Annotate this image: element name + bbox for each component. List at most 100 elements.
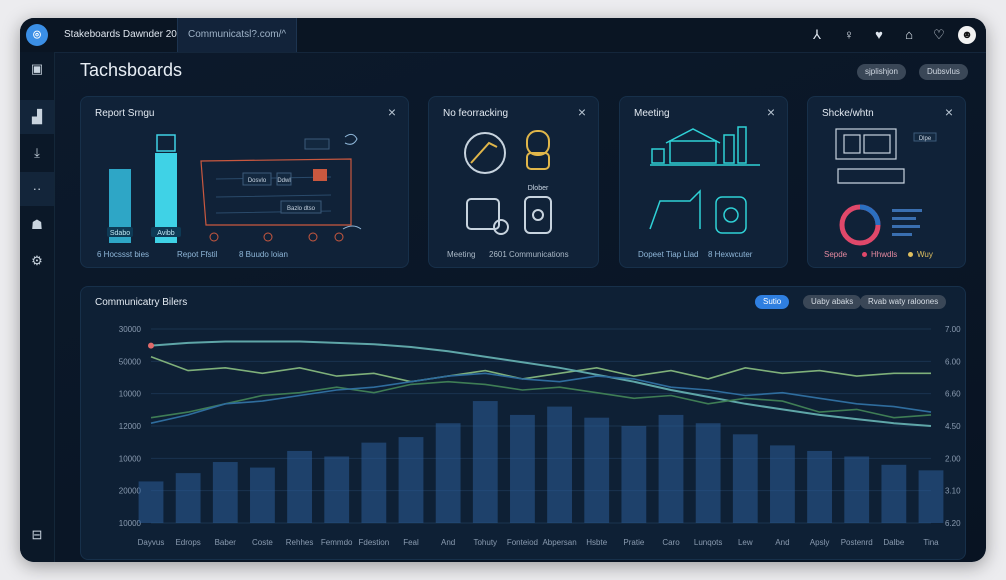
- footer-legend-1: Sepde: [824, 250, 847, 259]
- bar-mark: [547, 406, 572, 523]
- footer-text-3: 8 Buudo loian: [239, 250, 288, 259]
- bar-mark: [212, 462, 238, 523]
- bar-mark: [175, 473, 201, 523]
- chat-icon[interactable]: ♡: [930, 26, 948, 44]
- x-tick-label: Lew: [738, 538, 753, 547]
- x-tick-label: Fdestion: [359, 538, 390, 547]
- bar-mark: [807, 450, 832, 523]
- x-tick-label: Hsbte: [586, 538, 607, 547]
- y-left-tick-label: 12000: [119, 422, 142, 431]
- footer-text-1: Dopeet Tiap Llad: [638, 250, 699, 259]
- x-tick-label: Feal: [403, 538, 419, 547]
- tab-url[interactable]: Communicatsl?.com/^: [177, 18, 297, 52]
- sketch-illustration: Dlpe: [835, 128, 937, 246]
- y-left-tick-label: 30000: [119, 325, 142, 334]
- y-right-tick-label: 6.60: [945, 390, 961, 399]
- series-line: [150, 355, 931, 383]
- document-icon[interactable]: ⊟: [20, 518, 54, 552]
- header-button-2[interactable]: Dubsvlus: [919, 64, 968, 80]
- basket-icon[interactable]: ⌂: [900, 26, 918, 44]
- x-tick-label: Tina: [923, 538, 939, 547]
- app-logo-icon[interactable]: ⌾: [26, 24, 48, 46]
- bar-mark: [435, 423, 461, 523]
- footer-legend-3: Wuy: [908, 250, 933, 259]
- x-tick-label: Fonteiod: [507, 538, 538, 547]
- bar-label-2: Avibb: [157, 230, 174, 237]
- settings-icon[interactable]: ⚙: [20, 244, 54, 278]
- y-left-tick-label: 10000: [119, 519, 142, 528]
- briefcase-icon[interactable]: ▣: [20, 52, 54, 86]
- sidebar: ▣ ▟ ⤓ ·· ☗ ⚙ ⊟: [20, 52, 55, 562]
- illustration-label: Dlober: [528, 185, 549, 192]
- y-right-tick-label: 2.00: [945, 454, 961, 463]
- y-left-tick-label: 10000: [119, 390, 142, 399]
- bar-mark: [918, 470, 944, 523]
- x-tick-label: And: [775, 538, 789, 547]
- bar-label-1: Sdabo: [110, 230, 130, 237]
- x-tick-label: Abpersan: [542, 538, 576, 547]
- legend-label: Wuy: [917, 250, 933, 259]
- series-line: [150, 372, 932, 424]
- footer-text-2: 8 Hexwcuter: [708, 250, 753, 259]
- x-tick-label: Edrops: [175, 538, 200, 547]
- data-point: [148, 342, 154, 349]
- location-pin-icon[interactable]: ♀: [840, 26, 858, 44]
- footer-text-2: Repot Ffstil: [177, 250, 218, 259]
- bar-mark: [510, 414, 535, 523]
- y-right-tick-label: 7.00: [945, 325, 961, 334]
- diagram-label-3: Bazlo dtso: [287, 206, 316, 212]
- legend-label: Sepde: [824, 250, 848, 259]
- x-tick-label: Baber: [215, 538, 237, 547]
- y-right-tick-label: 6.00: [945, 357, 961, 366]
- y-right-tick-label: 3.10: [945, 487, 961, 496]
- legend-dot: [862, 252, 867, 258]
- x-tick-label: Postenrd: [841, 538, 873, 547]
- footer-text-2: 2601 Communications: [489, 250, 569, 259]
- tracking-illustration: Dlober: [464, 130, 552, 235]
- card-sketch: Shcke/whtn × Dlpe Sepde Hhwdls Wuy: [807, 96, 966, 268]
- bar-mark: [844, 456, 870, 523]
- bar-mark: [658, 414, 684, 523]
- card-meeting: Meeting × Dopeet Tiap Llad 8 Hexwcuter: [619, 96, 788, 268]
- x-tick-label: Femmdo: [321, 538, 353, 547]
- x-tick-label: Tohuty: [473, 538, 497, 547]
- person-icon[interactable]: ⅄: [808, 26, 826, 44]
- bar-chart-icon[interactable]: ▟: [20, 100, 54, 134]
- x-tick-label: Rehhes: [286, 538, 314, 547]
- x-tick-label: Dayvus: [138, 538, 165, 547]
- header-button-1[interactable]: sjplishjon: [857, 64, 906, 80]
- x-tick-label: Caro: [662, 538, 680, 547]
- footer-text-1: 6 Hocssst bies: [97, 250, 150, 259]
- bar-mark: [770, 445, 795, 523]
- bar-mark: [584, 417, 610, 523]
- card-tracking: No feorracking × Dlober Meeting 2601 Com…: [428, 96, 599, 268]
- x-tick-label: Apsly: [810, 538, 830, 547]
- diagram-label-1: Dosvlo: [248, 178, 267, 184]
- y-left-tick-label: 20000: [119, 487, 142, 496]
- more-icon[interactable]: ··: [20, 172, 54, 206]
- legend-dot: [908, 252, 913, 258]
- bar-mark: [472, 401, 498, 523]
- meeting-illustration: [649, 126, 760, 234]
- chart-panel: Communicatry Bilers Sutio Uaby abaks Rva…: [80, 286, 966, 560]
- download-icon[interactable]: ⤓: [20, 136, 54, 170]
- bar-mark: [398, 437, 424, 523]
- bar-mark: [138, 481, 164, 523]
- y-right-tick-label: 6.20: [945, 519, 961, 528]
- y-left-tick-label: 10000: [119, 454, 142, 463]
- bar-mark: [250, 467, 275, 523]
- report-illustration: Sdabo Avibb Dosvlo Ddwl Bazlo dtso: [107, 133, 362, 243]
- user-avatar[interactable]: ☻: [958, 26, 976, 44]
- top-bar: ⌾ Stakeboards Dawnder 20154 Communicatsl…: [20, 18, 986, 53]
- page-title: Tachsboards: [80, 60, 183, 80]
- diagram-label-2: Ddwl: [277, 178, 290, 184]
- x-tick-label: Coste: [252, 538, 273, 547]
- bar-mark: [881, 464, 907, 523]
- heart-icon[interactable]: ♥: [870, 26, 888, 44]
- bar-mark: [621, 426, 647, 523]
- people-icon[interactable]: ☗: [20, 208, 54, 242]
- illustration-label: Dlpe: [919, 136, 932, 142]
- app-window: ⌾ Stakeboards Dawnder 20154 Communicatsl…: [20, 18, 986, 562]
- bar-mark: [324, 456, 350, 523]
- x-tick-label: Dalbe: [883, 538, 904, 547]
